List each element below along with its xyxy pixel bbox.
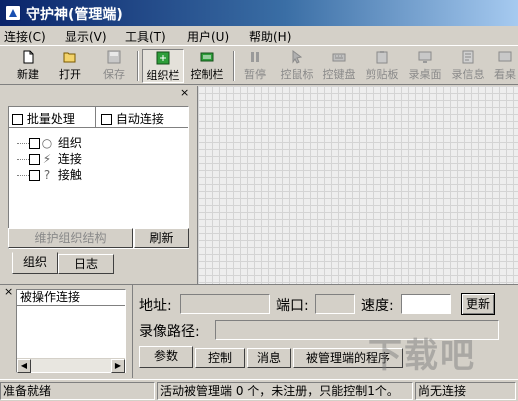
open-folder-icon [63,52,76,63]
record-desktop-icon [418,51,432,63]
scroll-left-icon[interactable]: ◀ [17,359,31,373]
pause-icon [251,52,259,62]
pause-button[interactable]: 暂停 [238,49,272,83]
new-button[interactable]: 新建 [10,49,46,83]
title-bar: 守护神(管理端) [0,0,518,26]
menu-tools[interactable]: 工具(T) [125,28,166,45]
menu-connect[interactable]: 连接(C) [4,28,46,45]
circle-icon: ○ [41,136,53,150]
header-divider [95,107,96,127]
open-button[interactable]: 打开 [52,49,88,83]
tree-item-connect[interactable]: ⚡ 连接 [17,150,82,167]
watermark: 下载吧 [368,336,476,376]
update-button[interactable]: 更新 [461,293,495,315]
horizontal-scrollbar[interactable]: ◀ ▶ [17,358,125,373]
record-info-icon [462,50,474,64]
tab-org[interactable]: 组织 [12,252,58,274]
auto-connect-checkbox[interactable]: 自动连接 [101,110,164,127]
status-bar: 准备就绪 活动被管理端 0 个，未注册，只能控制1个。 尚无连接 [0,379,518,401]
desktop-canvas[interactable] [197,86,518,284]
org-panel-tabs: 组织 日志 [8,252,189,276]
speed-field[interactable] [401,294,451,314]
menu-user[interactable]: 用户(U) [187,28,229,45]
mouse-icon [292,50,303,64]
clipboard-icon [376,51,388,64]
maintain-org-button[interactable]: 维护组织结构 [8,228,133,248]
batch-checkbox[interactable]: 批量处理 [12,110,75,127]
status-ready: 准备就绪 [0,382,155,400]
address-label: 地址: [139,298,172,314]
connection-list-header[interactable]: 被操作连接 [17,290,125,306]
port-field[interactable] [315,294,355,314]
port-label: 端口: [276,298,309,314]
lightning-icon: ⚡ [42,152,52,166]
menu-bar: 连接(C) 显示(V) 工具(T) 用户(U) 帮助(H) [0,26,518,46]
window-title: 守护神(管理端) [26,7,123,23]
control-keyboard-button[interactable]: 控键盘 [320,49,358,83]
app-icon [5,5,21,21]
connection-panel: × 被操作连接 ◀ ▶ [0,284,132,378]
question-icon: ? [43,168,51,182]
save-disk-icon [107,50,121,64]
toolbar-separator [233,51,235,81]
org-panel-close-icon[interactable]: × [180,86,189,99]
tab-control[interactable]: 控制 [195,348,245,368]
view-desktop-button[interactable]: 看桌 [492,49,518,83]
toolbar-separator [137,51,139,81]
org-tree-header: 批量处理 自动连接 [9,107,188,128]
menu-view[interactable]: 显示(V) [65,28,107,45]
menu-help[interactable]: 帮助(H) [249,28,291,45]
refresh-button[interactable]: 刷新 [134,228,189,248]
new-file-icon [23,50,34,64]
org-bar-icon [156,51,170,65]
tab-params[interactable]: 参数 [139,346,193,368]
control-bar-button[interactable]: 控制栏 [186,49,228,83]
keyboard-icon [332,53,346,62]
toolbar: 新建 打开 保存 组织栏 控制栏 暂停 控鼠标 控键盘 剪贴板 录桌面 录信息 [0,47,518,85]
clipboard-button[interactable]: 剪贴板 [363,49,401,83]
status-connection: 尚无连接 [415,382,516,400]
tree-item-contact[interactable]: ? 接触 [17,166,82,183]
record-desktop-button[interactable]: 录桌面 [406,49,444,83]
connection-list[interactable]: 被操作连接 ◀ ▶ [16,289,126,373]
org-bar-button[interactable]: 组织栏 [142,49,184,83]
tab-message[interactable]: 消息 [247,348,291,368]
org-panel: × 批量处理 自动连接 ○ 组织 ⚡ 连接 ? 接触 维护组织结构 刷新 组织 … [0,86,196,284]
status-summary: 活动被管理端 0 个，未注册，只能控制1个。 [157,382,413,400]
tree-item-org[interactable]: ○ 组织 [17,134,82,151]
speed-label: 速度: [361,298,394,314]
scroll-right-icon[interactable]: ▶ [111,359,125,373]
save-button[interactable]: 保存 [96,49,132,83]
control-bar-icon [200,52,214,62]
address-field[interactable] [180,294,270,314]
connection-panel-close-icon[interactable]: × [4,285,13,298]
tab-log[interactable]: 日志 [58,254,114,274]
view-desktop-icon [498,51,512,62]
record-path-label: 录像路径: [139,324,200,340]
record-info-button[interactable]: 录信息 [449,49,487,83]
control-mouse-button[interactable]: 控鼠标 [278,49,316,83]
